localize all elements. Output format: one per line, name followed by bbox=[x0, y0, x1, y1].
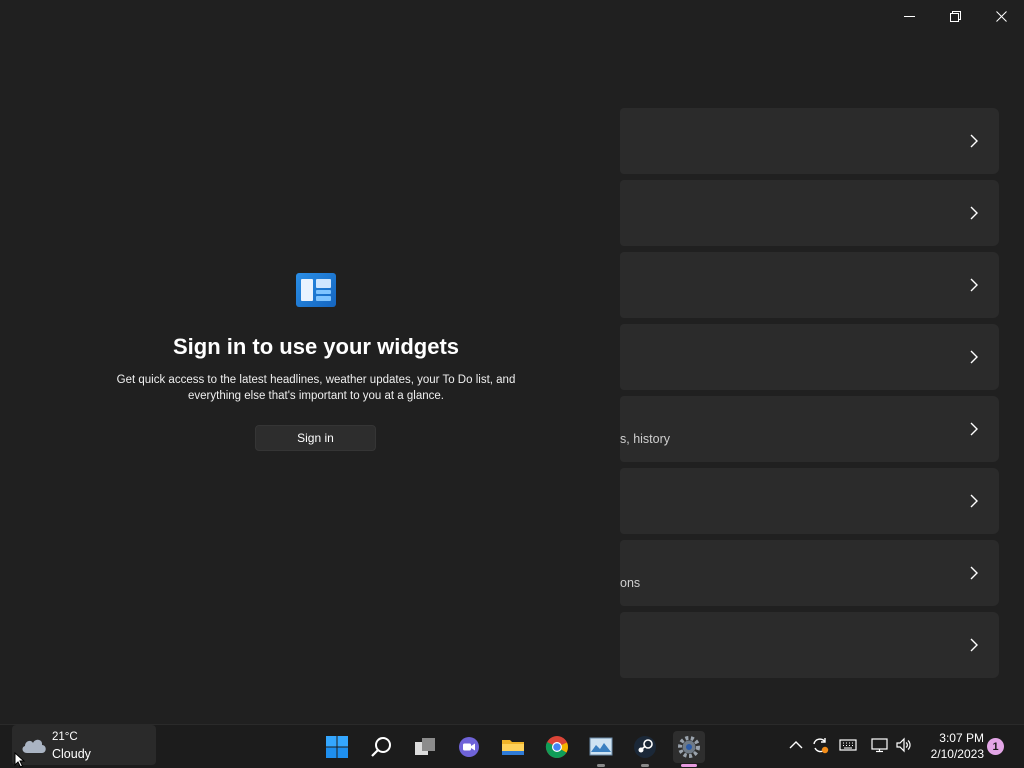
volume-button[interactable] bbox=[894, 735, 914, 755]
teams-chat-button[interactable] bbox=[453, 731, 485, 763]
clock-date: 2/10/2023 bbox=[930, 747, 984, 761]
settings-card[interactable]: s, history bbox=[620, 396, 999, 462]
teams-chat-icon bbox=[459, 737, 479, 757]
widgets-panel: Sign in to use your widgets Get quick ac… bbox=[0, 0, 620, 724]
widgets-title: Sign in to use your widgets bbox=[172, 334, 460, 359]
settings-card[interactable] bbox=[620, 252, 999, 318]
settings-card-description: ons bbox=[620, 576, 641, 590]
window-controls bbox=[886, 0, 1024, 32]
show-hidden-icons-button[interactable] bbox=[786, 735, 806, 755]
chevron-right-icon bbox=[970, 494, 978, 508]
sign-in-button[interactable]: Sign in bbox=[255, 425, 376, 451]
start-button[interactable] bbox=[321, 731, 353, 763]
volume-icon bbox=[896, 737, 911, 753]
close-icon bbox=[995, 10, 1007, 22]
minimize-button[interactable] bbox=[886, 0, 932, 32]
weather-widget[interactable]: 21°C Cloudy bbox=[12, 725, 156, 765]
steam-button[interactable] bbox=[629, 731, 661, 767]
chevron-right-icon bbox=[970, 566, 978, 580]
settings-icon bbox=[678, 736, 700, 758]
running-indicator bbox=[641, 764, 649, 767]
app-button[interactable] bbox=[585, 731, 617, 767]
settings-card[interactable] bbox=[620, 108, 999, 174]
chrome-button[interactable] bbox=[541, 731, 573, 763]
task-view-button[interactable] bbox=[409, 731, 441, 763]
minimize-icon bbox=[903, 15, 915, 17]
task-view-icon bbox=[415, 738, 435, 755]
taskbar: 21°C Cloudy 3:07 PM 2/10/2023 1 bbox=[0, 724, 1024, 768]
chevron-right-icon bbox=[970, 206, 978, 220]
running-indicator bbox=[597, 764, 605, 767]
settings-card[interactable]: ons bbox=[620, 540, 999, 606]
chevron-right-icon bbox=[970, 278, 978, 292]
clock[interactable]: 3:07 PM 2/10/2023 bbox=[920, 730, 984, 762]
file-explorer-icon bbox=[502, 740, 524, 755]
chrome-icon bbox=[545, 736, 568, 758]
app-icon bbox=[589, 737, 613, 756]
network-button[interactable] bbox=[870, 735, 890, 755]
widgets-description: Get quick access to the latest headlines… bbox=[116, 374, 516, 402]
widgets-icon bbox=[296, 273, 336, 307]
sync-icon bbox=[813, 738, 829, 754]
chevron-up-icon bbox=[789, 741, 803, 749]
search-button[interactable] bbox=[365, 731, 397, 763]
network-icon bbox=[871, 738, 888, 753]
search-icon bbox=[371, 737, 391, 757]
weather-temperature: 21°C bbox=[52, 731, 78, 743]
settings-button[interactable] bbox=[673, 731, 705, 767]
file-explorer-button[interactable] bbox=[497, 731, 529, 763]
keyboard-button[interactable] bbox=[838, 735, 858, 755]
active-indicator bbox=[681, 764, 697, 767]
sync-button[interactable] bbox=[810, 735, 830, 755]
settings-card-list: s, history ons bbox=[620, 108, 999, 684]
restore-button[interactable] bbox=[932, 0, 978, 32]
start-icon bbox=[326, 736, 348, 758]
keyboard-icon bbox=[839, 739, 857, 751]
clock-time: 3:07 PM bbox=[939, 731, 984, 745]
settings-card[interactable] bbox=[620, 180, 999, 246]
close-button[interactable] bbox=[978, 0, 1024, 32]
settings-card-description: s, history bbox=[620, 432, 671, 446]
settings-card[interactable] bbox=[620, 468, 999, 534]
settings-card[interactable] bbox=[620, 324, 999, 390]
chevron-right-icon bbox=[970, 134, 978, 148]
restore-icon bbox=[949, 10, 961, 22]
mouse-cursor-icon bbox=[14, 752, 26, 768]
steam-icon bbox=[634, 736, 656, 758]
chevron-right-icon bbox=[970, 350, 978, 364]
weather-condition: Cloudy bbox=[52, 747, 91, 761]
settings-card[interactable] bbox=[620, 612, 999, 678]
chevron-right-icon bbox=[970, 638, 978, 652]
chevron-right-icon bbox=[970, 422, 978, 436]
notification-badge[interactable]: 1 bbox=[987, 738, 1004, 755]
